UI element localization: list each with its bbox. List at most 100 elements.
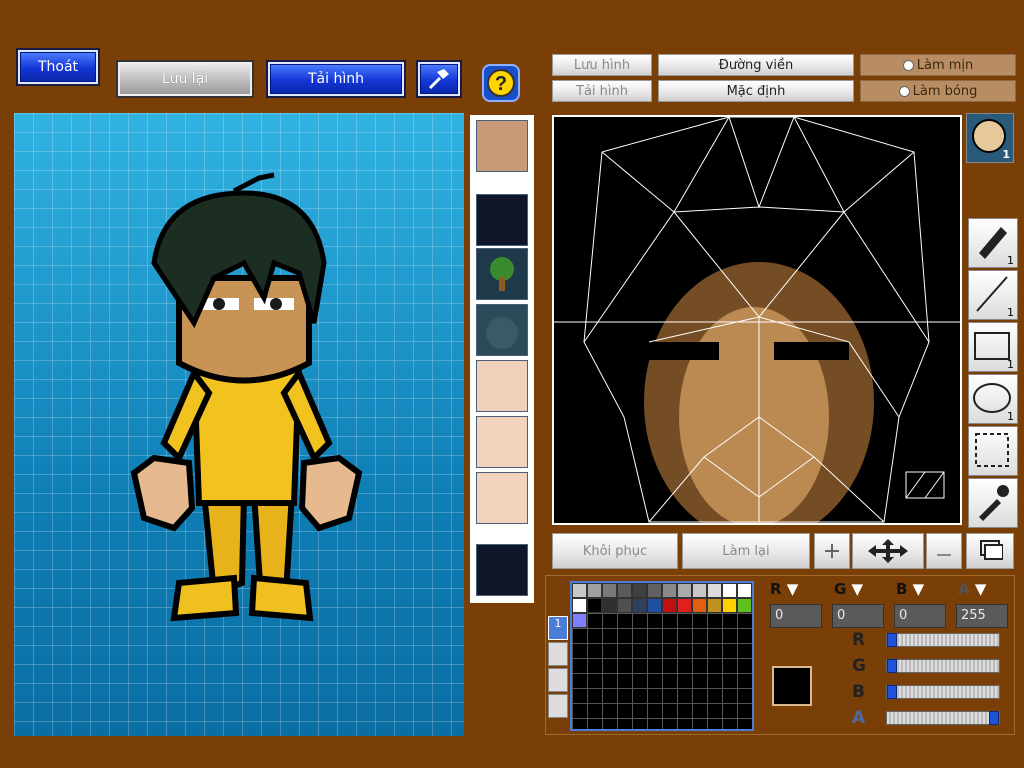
thumb-face-hair[interactable] [476, 360, 528, 412]
palette-swatch[interactable] [632, 583, 647, 598]
line-count: 1 [1007, 306, 1014, 319]
move-button[interactable] [852, 533, 924, 569]
b-value-field[interactable]: 0 [894, 604, 946, 628]
head-count: 1 [1002, 148, 1010, 161]
exit-button[interactable]: Thoát [16, 48, 100, 86]
b-header[interactable]: B ▼ [896, 580, 942, 600]
palette-tab-1[interactable]: 1 [548, 616, 568, 640]
palette-swatch[interactable] [587, 598, 602, 613]
help-button[interactable]: ? [482, 64, 520, 102]
palette-swatch[interactable] [572, 613, 587, 628]
palette-tab-2[interactable] [548, 642, 568, 666]
zoom-out-button[interactable] [926, 533, 962, 569]
hammer-icon [428, 69, 449, 90]
save-button[interactable]: Lưu lại [116, 60, 254, 98]
move-arrows-icon [868, 539, 908, 563]
r-slider[interactable] [886, 633, 1000, 647]
color-palette-grid[interactable] [570, 581, 754, 731]
palette-swatch[interactable] [662, 583, 677, 598]
dropdown-arrow-icon: ▼ [912, 580, 925, 598]
palette-swatch[interactable] [617, 583, 632, 598]
palette-swatch[interactable] [692, 583, 707, 598]
line-tool[interactable]: 1 [968, 270, 1018, 320]
part-thumbnail-column [470, 115, 534, 603]
outline-button[interactable]: Đường viền [658, 54, 854, 76]
thumb-tree[interactable] [476, 248, 528, 300]
layer-button[interactable] [966, 533, 1014, 569]
g-value-field[interactable]: 0 [832, 604, 884, 628]
thumb-slot-empty-1[interactable] [476, 194, 528, 246]
tree-icon [490, 257, 514, 291]
palette-swatch[interactable] [662, 598, 677, 613]
palette-swatch[interactable] [647, 598, 662, 613]
palette-swatch[interactable] [722, 583, 737, 598]
palette-swatch[interactable] [587, 583, 602, 598]
a-slider-knob[interactable] [989, 711, 999, 725]
palette-swatch[interactable] [737, 583, 752, 598]
g-slider-label: G [852, 656, 866, 676]
palette-swatch[interactable] [737, 598, 752, 613]
radio-icon [902, 59, 914, 71]
restore-button[interactable]: Khôi phục [552, 533, 678, 569]
minus-icon [937, 554, 951, 556]
b-slider-knob[interactable] [887, 685, 897, 699]
b-slider[interactable] [886, 685, 1000, 699]
palette-swatch[interactable] [572, 583, 587, 598]
palette-swatch[interactable] [677, 598, 692, 613]
shine-label: Làm bóng [912, 83, 978, 99]
save-label: Lưu lại [161, 71, 209, 87]
character-figure [130, 172, 363, 622]
palette-swatch[interactable] [647, 583, 662, 598]
character-preview-stage[interactable] [14, 113, 464, 736]
r-header[interactable]: R ▼ [770, 580, 816, 600]
save-image-button[interactable]: Lưu hình [552, 54, 652, 76]
smooth-radio[interactable]: Làm mịn [860, 54, 1016, 76]
palette-swatch[interactable] [707, 583, 722, 598]
palette-tab-3[interactable] [548, 668, 568, 692]
dropdown-arrow-icon: ▼ [851, 580, 864, 598]
g-slider[interactable] [886, 659, 1000, 673]
palette-swatch[interactable] [632, 598, 647, 613]
r-value-field[interactable]: 0 [770, 604, 822, 628]
default-button[interactable]: Mặc định [658, 80, 854, 102]
load-image-button[interactable]: Tải hình [552, 80, 652, 102]
palette-tab-4[interactable] [548, 694, 568, 718]
monster-face-icon [486, 317, 518, 349]
face-edit-canvas[interactable] [552, 115, 962, 525]
g-slider-knob[interactable] [887, 659, 897, 673]
head-preset-button[interactable]: 1 [966, 113, 1014, 163]
palette-swatch[interactable] [602, 598, 617, 613]
palette-swatch[interactable] [692, 598, 707, 613]
palette-swatch[interactable] [602, 583, 617, 598]
a-value-field[interactable]: 255 [956, 604, 1008, 628]
exit-label: Thoát [37, 59, 79, 75]
shine-radio[interactable]: Làm bóng [860, 80, 1016, 102]
eyedropper-icon [979, 485, 1009, 521]
select-tool[interactable] [968, 426, 1018, 476]
a-header[interactable]: A ▼ [958, 580, 1004, 600]
palette-swatch[interactable] [617, 598, 632, 613]
eyedropper-tool[interactable] [968, 478, 1018, 528]
palette-swatch[interactable] [677, 583, 692, 598]
thumb-nose[interactable] [476, 416, 528, 468]
zoom-in-button[interactable] [814, 533, 850, 569]
thumb-mouth[interactable] [476, 472, 528, 524]
thumb-monster[interactable] [476, 304, 528, 356]
palette-swatch[interactable] [572, 598, 587, 613]
r-slider-knob[interactable] [887, 633, 897, 647]
dropdown-arrow-icon: ▼ [786, 580, 799, 598]
thumb-face-current[interactable] [476, 120, 528, 172]
g-header[interactable]: G ▼ [834, 580, 880, 600]
hammer-button[interactable] [416, 60, 462, 98]
palette-swatch[interactable] [707, 598, 722, 613]
redo-button[interactable]: Làm lại [682, 533, 810, 569]
load-button[interactable]: Tải hình [266, 60, 406, 98]
thumb-slot-empty-2[interactable] [476, 544, 528, 596]
help-icon: ? [487, 69, 515, 97]
rectangle-tool[interactable]: 1 [968, 322, 1018, 372]
brush-tool[interactable]: 1 [968, 218, 1018, 268]
ellipse-tool[interactable]: 1 [968, 374, 1018, 424]
palette-swatch[interactable] [722, 598, 737, 613]
a-slider[interactable] [886, 711, 1000, 725]
restore-label: Khôi phục [582, 543, 648, 559]
